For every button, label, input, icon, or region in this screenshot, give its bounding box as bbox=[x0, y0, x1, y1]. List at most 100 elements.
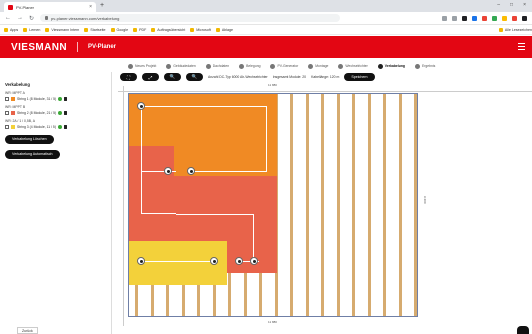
bookmark-item[interactable]: Apps bbox=[4, 27, 18, 32]
close-window-icon[interactable]: × bbox=[523, 2, 526, 8]
bookmark-label: Lernen bbox=[29, 27, 41, 32]
step-label: Dachdaten bbox=[212, 64, 230, 68]
bookmark-item[interactable]: Microsoft bbox=[190, 27, 211, 32]
step-1[interactable]: Neues Projekt bbox=[128, 63, 156, 69]
delete-wiring-button[interactable]: Verkabelung Löschen bbox=[5, 135, 54, 144]
zoom-out-button[interactable]: 🔍 bbox=[186, 73, 203, 81]
string-1-start-connector[interactable] bbox=[137, 102, 145, 110]
inverter-count-label: Anzahl DC-Typ 6000 Ah-Wechselrichter bbox=[208, 75, 268, 79]
bookmark-item[interactable]: PDF bbox=[133, 27, 147, 32]
expand-button[interactable]: ⤢ bbox=[142, 73, 159, 81]
bookmark-label: PDF bbox=[139, 27, 147, 32]
bookmark-item[interactable]: Lernen bbox=[23, 27, 41, 32]
step-9[interactable]: Ergebnis bbox=[414, 63, 435, 69]
string-checkbox[interactable] bbox=[5, 97, 9, 101]
step-indicator-icon bbox=[239, 63, 245, 69]
bookmark-folder-icon bbox=[190, 27, 195, 32]
auto-wiring-button[interactable]: Verkabelung Automatisch bbox=[5, 150, 60, 159]
string-list-item[interactable]: String 2 (8 Module, 21 / 5) bbox=[5, 111, 106, 115]
string-2-end-connector[interactable] bbox=[250, 257, 258, 265]
bookmark-folder-icon bbox=[215, 27, 220, 32]
app-title: PV-Planer bbox=[87, 44, 116, 50]
bookmark-item[interactable]: Ablage bbox=[215, 27, 234, 32]
string-3-start-connector[interactable] bbox=[137, 257, 145, 265]
dimension-top: 11 880 bbox=[268, 83, 277, 87]
bookmark-label: Ablage bbox=[221, 27, 234, 32]
forward-icon[interactable]: → bbox=[17, 15, 23, 21]
bookmark-folder-icon bbox=[151, 27, 156, 32]
step-6[interactable]: Montage bbox=[308, 63, 329, 69]
step-label: Verkabelung bbox=[384, 64, 405, 68]
browser-tab[interactable]: PV-Planer × bbox=[4, 2, 96, 12]
browser-extension-icon[interactable] bbox=[512, 15, 517, 21]
help-button[interactable] bbox=[517, 326, 529, 334]
trash-icon[interactable] bbox=[63, 125, 67, 129]
roof-batten bbox=[305, 94, 309, 316]
maximize-icon[interactable]: □ bbox=[510, 2, 513, 8]
lock-icon bbox=[45, 16, 49, 20]
bookmark-item[interactable]: Auftragsübersicht bbox=[151, 27, 185, 32]
string-checkbox[interactable] bbox=[5, 111, 9, 115]
browser-extension-icon[interactable] bbox=[472, 15, 477, 21]
string-label: String 2 (8 Module, 21 / 5) bbox=[17, 111, 57, 115]
status-ok-icon bbox=[57, 125, 62, 129]
browser-extension-icon[interactable] bbox=[442, 15, 447, 21]
string-2-cable bbox=[141, 171, 176, 214]
step-indicator-icon bbox=[270, 63, 276, 69]
bookmark-label: Alle Lesezeichen bbox=[504, 27, 532, 32]
step-8[interactable]: Verkabelung bbox=[377, 63, 405, 69]
string-3-end-connector[interactable] bbox=[210, 257, 218, 265]
back-button[interactable]: Zurück bbox=[17, 327, 38, 334]
browser-extension-icon[interactable] bbox=[492, 15, 497, 21]
minimize-icon[interactable]: – bbox=[497, 2, 500, 8]
step-7[interactable]: Wechselrichter bbox=[338, 63, 368, 69]
bookmark-item[interactable]: Viessmann Intern bbox=[45, 27, 79, 32]
zoom-in-button[interactable]: 🔍 bbox=[164, 73, 181, 81]
fit-view-button[interactable]: ⛶ bbox=[120, 73, 137, 81]
bookmark-folder-icon bbox=[4, 27, 8, 32]
string-2-start-connector[interactable] bbox=[164, 167, 172, 175]
step-label: Wechselrichter bbox=[345, 64, 368, 68]
close-tab-icon[interactable]: × bbox=[89, 4, 92, 10]
back-icon[interactable]: ← bbox=[5, 15, 11, 21]
browser-extension-icon[interactable] bbox=[482, 15, 487, 21]
trash-icon[interactable] bbox=[64, 111, 68, 115]
step-label: Montage bbox=[315, 64, 329, 68]
browser-extension-icon[interactable] bbox=[452, 15, 457, 21]
step-5[interactable]: PV-Generator bbox=[270, 63, 298, 69]
string-2-cable bbox=[176, 214, 254, 259]
bookmark-folder-icon bbox=[84, 27, 89, 32]
roof-area[interactable] bbox=[128, 93, 418, 317]
step-2[interactable]: Gebäudedaten bbox=[166, 63, 196, 69]
bookmark-item[interactable]: Google bbox=[110, 27, 128, 32]
string-2-mid-connector[interactable] bbox=[235, 257, 243, 265]
roof-canvas[interactable]: 11 880 9 200 11 880 bbox=[118, 83, 532, 326]
step-3[interactable]: Dachdaten bbox=[205, 63, 230, 69]
mppt-header: WR: 2A / 1 / 0,5B, A bbox=[5, 119, 35, 123]
browser-extension-icon[interactable] bbox=[462, 15, 467, 21]
string-list-item[interactable]: String 1 (8 Module, 31 / 5) bbox=[5, 97, 106, 101]
string-3-cable bbox=[141, 261, 214, 262]
canvas-toolbar: ⛶ ⤢ 🔍 🔍 Anzahl DC-Typ 6000 Ah-Wechselric… bbox=[120, 73, 375, 81]
browser-tab-bar: PV-Planer × + – □ × bbox=[0, 0, 532, 12]
header-divider bbox=[76, 42, 78, 52]
string-1-cable bbox=[141, 106, 267, 171]
hamburger-menu-icon[interactable] bbox=[518, 43, 525, 50]
mppt-header: WR: MPPT A bbox=[5, 91, 25, 95]
reload-icon[interactable]: ↻ bbox=[29, 15, 34, 22]
new-tab-icon[interactable]: + bbox=[100, 2, 104, 9]
bookmark-item[interactable]: Alle Lesezeichen bbox=[498, 27, 532, 32]
browser-extension-icon[interactable] bbox=[522, 15, 527, 21]
string-label: String 1 (8 Module, 31 / 5) bbox=[17, 97, 57, 101]
step-indicator-icon bbox=[166, 63, 172, 69]
save-button[interactable]: Speichern bbox=[344, 73, 375, 81]
browser-extension-icon[interactable] bbox=[502, 15, 507, 21]
roof-batten bbox=[383, 94, 386, 316]
string-color-swatch bbox=[11, 111, 15, 115]
step-4[interactable]: Belegung bbox=[239, 63, 260, 69]
trash-icon[interactable] bbox=[64, 97, 68, 101]
address-bar[interactable]: pv-planer.viessmann.com/verkabelung bbox=[40, 14, 341, 22]
step-indicator-icon bbox=[205, 63, 211, 69]
bookmark-item[interactable]: Startseite bbox=[84, 27, 106, 32]
string-1-end-connector[interactable] bbox=[187, 167, 195, 175]
